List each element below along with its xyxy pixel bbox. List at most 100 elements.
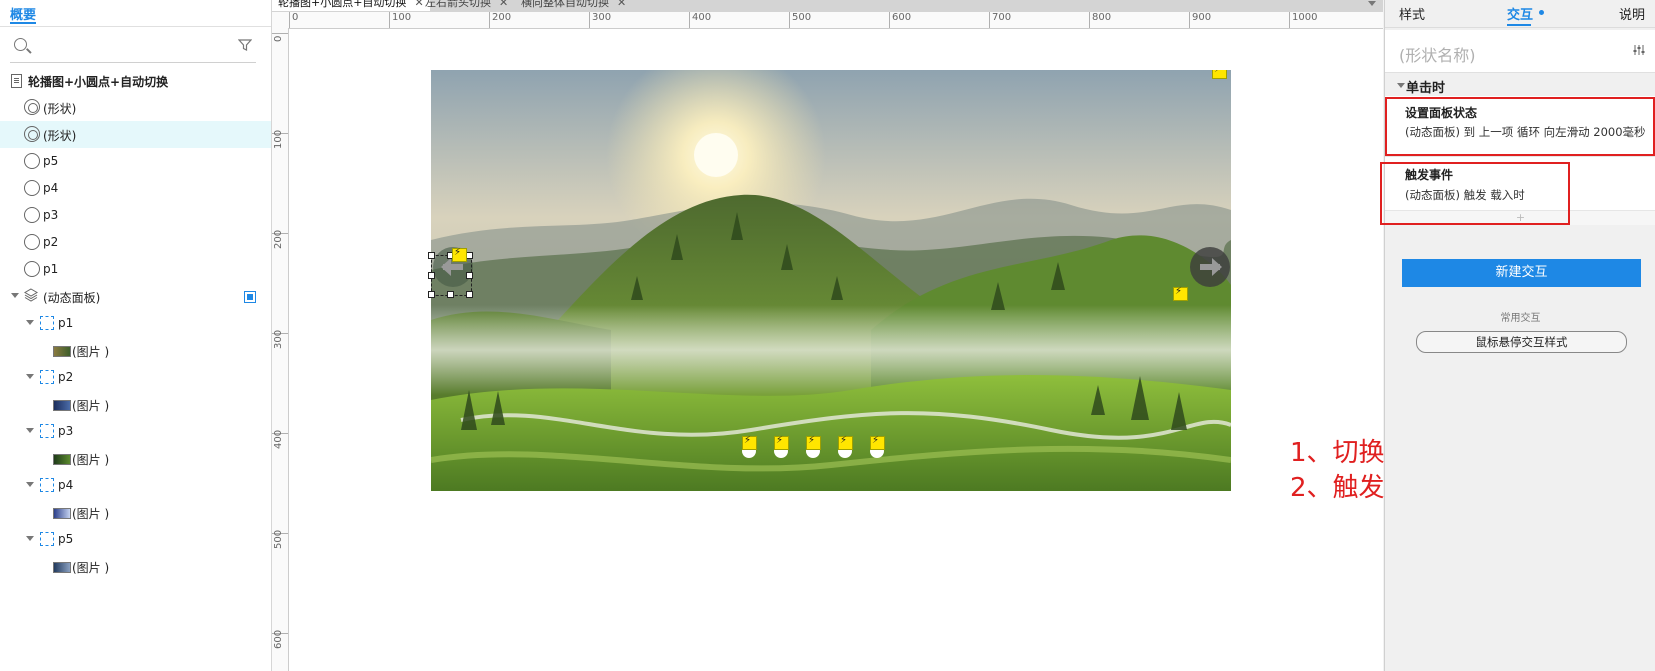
sliders-icon[interactable] [1633,44,1645,56]
tree-item-p2[interactable]: p2 [0,229,271,256]
tree-item-image[interactable]: (图片 ) [0,445,271,472]
tree-item-page[interactable]: 轮播图+小圆点+自动切换 [0,67,271,94]
common-interactions-label: 常用交互 [1500,313,1541,324]
resize-handle[interactable] [466,252,473,259]
tree-item-p1[interactable]: p1 [0,256,271,283]
resize-handle[interactable] [466,291,473,298]
new-interaction-button[interactable]: 新建交互 [1402,259,1641,287]
ruler-label: 1000 [1292,12,1318,23]
tree-item-label: p2 [43,235,59,249]
resize-handle[interactable] [428,252,435,259]
hover-style-button[interactable]: 鼠标悬停交互样式 [1416,331,1627,353]
tree-item-shape-selected[interactable]: (形状) [0,121,271,148]
ruler-label: 600 [273,629,284,649]
state-icon [40,478,54,492]
lightning-icon [838,435,853,450]
resize-handle[interactable] [428,291,435,298]
chevron-down-icon[interactable] [26,320,34,325]
circle-icon [24,207,40,223]
tree-item-p4[interactable]: p4 [0,175,271,202]
ruler-label: 400 [273,429,284,449]
tree-item-label: 轮播图+小圆点+自动切换 [28,75,169,89]
lightning-icon [452,247,467,262]
tabs-menu-chevron-icon[interactable] [1368,1,1376,6]
tab-carousel[interactable]: 轮播图+小圆点+自动切换 ✕ [272,0,430,11]
tab-horizontal[interactable]: 横向整体自动切换 ✕ [515,0,632,11]
image-icon [53,562,71,573]
tree-item-image[interactable]: (图片 ) [0,337,271,364]
divider [1385,156,1655,157]
tab-arrows[interactable]: 左右箭头切换 ✕ [419,0,514,11]
filter-icon[interactable] [238,38,252,52]
carousel-dynamic-panel[interactable] [431,70,1231,491]
circle-icon [24,180,40,196]
tree-item-state-p5[interactable]: p5 [0,526,271,553]
resize-handle[interactable] [447,291,454,298]
resize-handle[interactable] [428,272,435,279]
horizontal-ruler: 0 100 200 300 400 500 600 700 800 900 10… [272,12,1383,29]
lightning-icon [774,435,789,450]
shape-name-field[interactable]: (形状名称) [1385,30,1655,73]
image-icon [53,454,71,465]
layers-icon [24,288,38,302]
tree-item-image[interactable]: (图片 ) [0,391,271,418]
highlight-box [1385,97,1655,156]
tab-label: 横向整体自动切换 [521,0,609,9]
panel-visibility-icon[interactable] [244,291,256,303]
ruler-label: 100 [392,12,412,23]
tree-item-label: p1 [43,262,59,276]
lightning-icon [1212,70,1227,79]
document-tabs: 轮播图+小圆点+自动切换 ✕ 左右箭头切换 ✕ 横向整体自动切换 ✕ [272,0,1383,12]
tree-item-image[interactable]: (图片 ) [0,499,271,526]
tree-item-image[interactable]: (图片 ) [0,553,271,580]
ruler-label: 0 [292,12,299,23]
tree-item-state-p1[interactable]: p1 [0,310,271,337]
resize-handle[interactable] [466,272,473,279]
ruler-label: 700 [992,12,1012,23]
arrow-right-icon[interactable] [1190,247,1230,287]
chevron-down-icon[interactable] [26,428,34,433]
chevron-down-icon[interactable] [1397,83,1405,88]
ruler-label: 400 [692,12,712,23]
image-icon [53,346,71,357]
ruler-label: 600 [892,12,912,23]
state-icon [40,532,54,546]
divider [1385,27,1655,28]
vertical-ruler: 0 100 200 300 400 500 600 [272,28,289,671]
tree-item-shape[interactable]: (形状) [0,94,271,121]
outline-tab[interactable]: 概要 [10,4,36,23]
tree-item-p3[interactable]: p3 [0,202,271,229]
tree-item-state-p2[interactable]: p2 [0,364,271,391]
close-icon[interactable]: ✕ [617,0,626,9]
tree-item-state-p3[interactable]: p3 [0,418,271,445]
active-tab-indicator [10,22,36,24]
tree-item-label: (图片 ) [72,561,110,575]
inspector-panel: 样式 交互 说明 (形状名称) 单击时 设置面板状态 (动态面板) 到 上一项 … [1380,0,1655,671]
tab-style[interactable]: 样式 [1399,4,1425,23]
tab-interaction[interactable]: 交互 [1507,4,1533,23]
tree-item-state-p4[interactable]: p4 [0,472,271,499]
tree-item-label: p4 [43,181,59,195]
chevron-down-icon[interactable] [26,374,34,379]
landscape-image [431,70,1231,491]
ruler-label: 300 [592,12,612,23]
outline-panel: 概要 轮播图+小圆点+自动切换 (形状) (形状) p5 p4 p3 p2 p1 [0,0,272,671]
chevron-down-icon[interactable] [26,536,34,541]
chevron-down-icon[interactable] [11,293,19,298]
ruler-label: 200 [492,12,512,23]
search-input[interactable] [10,34,256,63]
circle-icon [24,234,40,250]
close-icon[interactable]: ✕ [499,0,508,9]
tree-item-p5[interactable]: p5 [0,148,271,175]
ruler-label: 0 [273,35,284,42]
tree-item-dynamic-panel[interactable]: (动态面板) [0,283,271,310]
state-icon [40,424,54,438]
tab-notes[interactable]: 说明 [1619,4,1645,23]
image-icon [53,400,71,411]
chevron-down-icon[interactable] [26,482,34,487]
ruler-label: 800 [1092,12,1112,23]
ruler-label: 100 [273,129,284,149]
tree-item-label: (图片 ) [72,345,110,359]
state-icon [40,370,54,384]
event-onclick[interactable]: 单击时 [1385,74,1655,96]
